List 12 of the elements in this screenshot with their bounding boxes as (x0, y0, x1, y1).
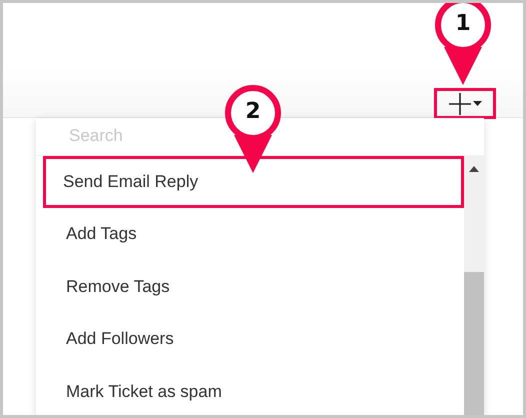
caret-icon (472, 101, 482, 106)
menu-item[interactable]: Mark Ticket as spam (43, 366, 464, 415)
plus-icon (448, 92, 470, 114)
callout-number: 1 (454, 11, 472, 37)
scrollbar[interactable] (464, 156, 484, 415)
menu-item[interactable]: Remove Tags (43, 260, 464, 313)
menu-item[interactable]: Send Email Reply (43, 156, 464, 208)
menu-item[interactable]: Add Followers (43, 313, 464, 366)
scroll-up-icon[interactable] (469, 166, 479, 172)
scrollbar-thumb[interactable] (464, 272, 484, 415)
menu-item[interactable]: Add Tags (43, 208, 464, 260)
add-button[interactable] (434, 88, 496, 119)
